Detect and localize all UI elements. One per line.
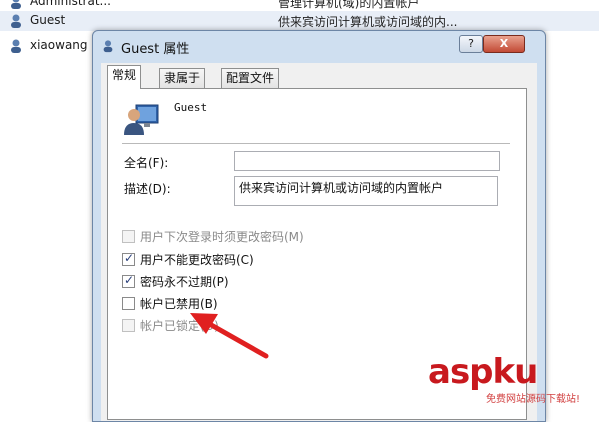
user-icon	[11, 0, 21, 9]
tab-member-of[interactable]: 隶属于	[159, 68, 206, 88]
user-avatar-icon	[124, 104, 159, 135]
user-name: Administrat...	[30, 0, 111, 8]
user-name: Guest	[30, 13, 66, 27]
description-field[interactable]: 供来宾访问计算机或访问域的内置帐户	[234, 176, 498, 206]
user-name: xiaowang	[30, 38, 88, 52]
list-item[interactable]: Guest 供来宾访问计算机或访问域的内...	[0, 11, 599, 31]
checkbox-box[interactable]: ✓	[122, 251, 135, 266]
fullname-label: 全名(F):	[124, 156, 169, 170]
description-label: 描述(D):	[124, 182, 171, 196]
checkbox-box[interactable]	[122, 297, 135, 310]
user-icon	[11, 39, 21, 53]
help-button[interactable]: ?	[459, 35, 483, 53]
watermark-subtitle: 免费网站源码下载站!	[486, 394, 581, 405]
checkmark-icon: ✓	[124, 273, 135, 287]
checkbox-box[interactable]: ✓	[122, 273, 135, 288]
tab-profile[interactable]: 配置文件	[221, 68, 280, 88]
user-description: 管理计算机(域)的内置帐户	[278, 0, 420, 10]
checkbox-label: 用户不能更改密码(C)	[140, 253, 254, 267]
user-name-heading: Guest	[174, 101, 208, 114]
checkbox-label: 密码永不过期(P)	[140, 275, 229, 289]
dialog-title: Guest 属性	[121, 42, 190, 57]
red-arrow-annotation	[190, 313, 269, 359]
watermark-logo: aspku	[428, 352, 538, 392]
checkmark-icon: ✓	[124, 251, 135, 265]
user-icon	[103, 40, 113, 53]
checkbox-label: 用户下次登录时须更改密码(M)	[140, 230, 304, 244]
checkbox-box	[122, 319, 135, 332]
tab-general[interactable]: 常规	[107, 65, 142, 89]
user-icon	[11, 14, 21, 28]
watermark: aspku 免费网站源码下载站!	[428, 352, 598, 405]
user-description: 供来宾访问计算机或访问域的内...	[278, 15, 458, 29]
close-button[interactable]: X	[483, 35, 525, 53]
fullname-field[interactable]	[234, 151, 500, 171]
divider	[122, 143, 510, 144]
checkbox-box	[122, 230, 135, 243]
title-bar[interactable]: Guest 属性 ? X	[93, 31, 545, 61]
